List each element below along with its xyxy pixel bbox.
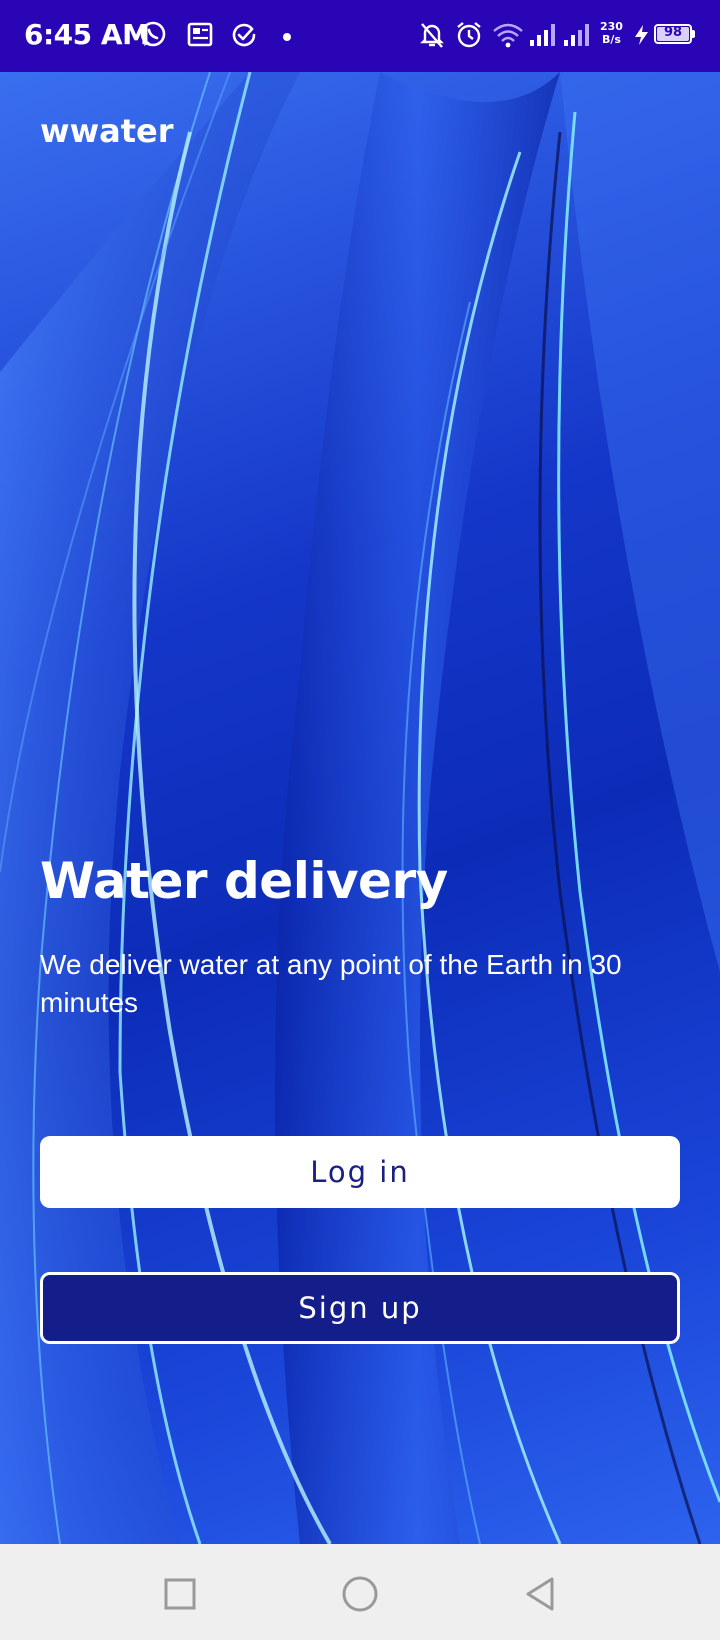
signal-icon bbox=[530, 24, 555, 46]
news-icon bbox=[187, 22, 213, 47]
welcome-screen: wwater Water delivery We deliver water a… bbox=[0, 72, 720, 1544]
net-speed-value: 230 bbox=[600, 20, 623, 33]
dot-icon bbox=[283, 33, 291, 41]
back-triangle-icon[interactable] bbox=[520, 1574, 560, 1614]
whatsapp-icon bbox=[140, 21, 166, 47]
battery-tip bbox=[692, 30, 695, 38]
status-time: 6:45 AM bbox=[24, 18, 150, 51]
check-circle-icon bbox=[232, 23, 256, 47]
page-title: Water delivery bbox=[40, 852, 448, 910]
notifications-off-icon bbox=[420, 23, 444, 48]
net-speed-unit: B/s bbox=[602, 33, 621, 46]
page-subtitle: We deliver water at any point of the Ear… bbox=[40, 949, 622, 1018]
status-bar: 6:45 AM 230 B/s 98 bbox=[0, 0, 720, 72]
login-button[interactable]: Log in bbox=[40, 1136, 680, 1208]
brand-logo-text: wwater bbox=[40, 112, 174, 150]
battery-level: 98 bbox=[663, 25, 683, 40]
wifi-icon bbox=[493, 23, 523, 48]
signal-icon bbox=[564, 24, 589, 46]
system-nav-bar bbox=[0, 1544, 720, 1640]
home-circle-icon[interactable] bbox=[340, 1574, 380, 1614]
battery-icon: 98 bbox=[654, 24, 692, 44]
alarm-icon bbox=[457, 22, 481, 48]
net-speed: 230 B/s bbox=[600, 20, 623, 46]
recents-square-icon[interactable] bbox=[160, 1574, 200, 1614]
charging-icon bbox=[635, 25, 648, 45]
signup-button[interactable]: Sign up bbox=[40, 1272, 680, 1344]
